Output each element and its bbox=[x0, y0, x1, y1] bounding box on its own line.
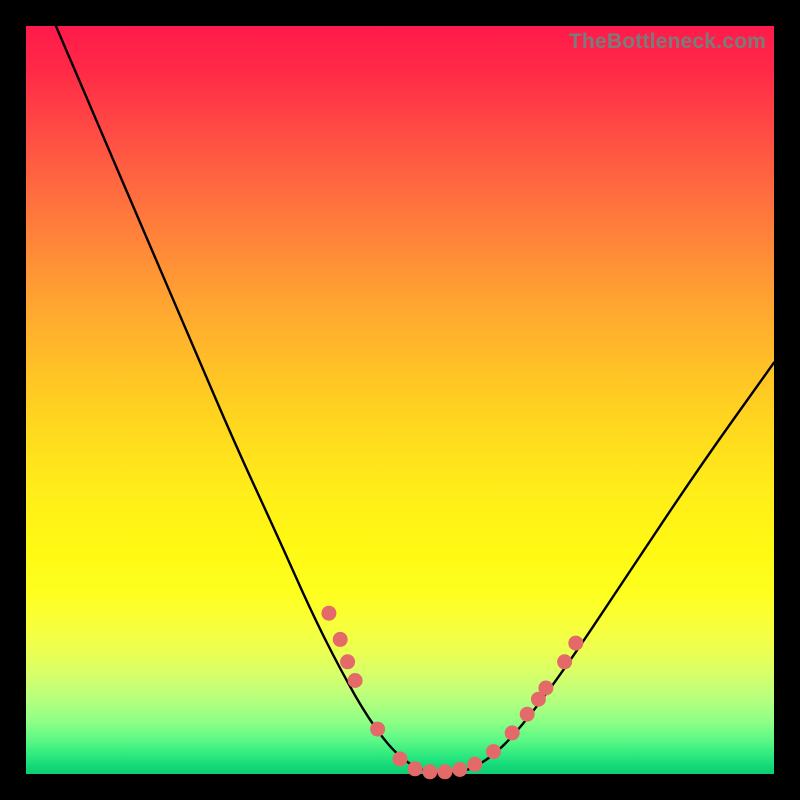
marker-dot bbox=[505, 725, 520, 740]
marker-dot bbox=[557, 654, 572, 669]
marker-dot bbox=[486, 744, 501, 759]
marker-dots bbox=[321, 606, 583, 780]
curve-layer bbox=[26, 26, 774, 774]
marker-dot bbox=[393, 752, 408, 767]
marker-dot bbox=[452, 762, 467, 777]
marker-dot bbox=[340, 654, 355, 669]
marker-dot bbox=[370, 722, 385, 737]
marker-dot bbox=[348, 673, 363, 688]
plot-area: TheBottleneck.com bbox=[26, 26, 774, 774]
marker-dot bbox=[408, 761, 423, 776]
marker-dot bbox=[568, 636, 583, 651]
marker-dot bbox=[422, 764, 437, 779]
marker-dot bbox=[467, 757, 482, 772]
marker-dot bbox=[538, 681, 553, 696]
marker-dot bbox=[520, 707, 535, 722]
marker-dot bbox=[437, 764, 452, 779]
marker-dot bbox=[321, 606, 336, 621]
marker-dot bbox=[333, 632, 348, 647]
chart-frame: TheBottleneck.com bbox=[0, 0, 800, 800]
bottleneck-curve bbox=[56, 26, 774, 774]
